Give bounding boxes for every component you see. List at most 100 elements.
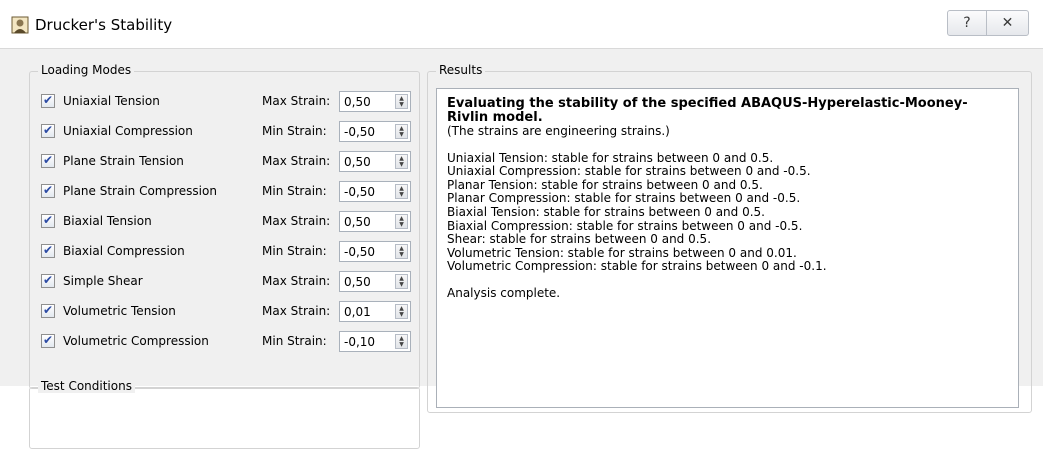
plane-strain-tension-checkbox[interactable]: ✔ — [41, 153, 55, 168]
result-line: Uniaxial Compression: stable for strains… — [447, 164, 811, 179]
spin-down-icon[interactable]: ▼ — [396, 221, 407, 228]
check-icon: ✔ — [43, 213, 54, 227]
result-line: Planar Compression: stable for strains b… — [447, 191, 801, 206]
mode-label: Volumetric Compression — [63, 334, 209, 348]
check-icon: ✔ — [43, 183, 54, 197]
strain-label: Max Strain: — [262, 304, 331, 318]
mode-label: Biaxial Tension — [63, 214, 152, 228]
spin-buttons[interactable]: ▲ ▼ — [395, 214, 408, 229]
strain-spinbox[interactable]: 0,50 ▲ ▼ — [339, 151, 411, 172]
app-icon — [11, 16, 29, 34]
strain-spinbox[interactable]: -0,10 ▲ ▼ — [339, 331, 411, 352]
check-icon: ✔ — [43, 243, 54, 257]
strain-value[interactable]: -0,50 — [344, 185, 375, 199]
strain-value[interactable]: -0,50 — [344, 125, 375, 139]
strain-value[interactable]: 0,50 — [344, 155, 371, 169]
spin-down-icon[interactable]: ▼ — [396, 341, 407, 348]
dialog-body: Loading Modes ✔ Uniaxial Tension Max Str… — [0, 48, 1043, 449]
results-heading: Evaluating the stability of the specifie… — [447, 96, 968, 125]
mode-label: Volumetric Tension — [63, 304, 176, 318]
strain-spinbox[interactable]: 0,01 ▲ ▼ — [339, 301, 411, 322]
spin-down-icon[interactable]: ▼ — [396, 281, 407, 288]
check-icon: ✔ — [43, 123, 54, 137]
strain-spinbox[interactable]: 0,50 ▲ ▼ — [339, 91, 411, 112]
check-icon: ✔ — [43, 153, 54, 167]
spin-down-icon[interactable]: ▼ — [396, 251, 407, 258]
help-button[interactable]: ? — [948, 11, 987, 35]
strain-label: Max Strain: — [262, 154, 331, 168]
result-line: Biaxial Tension: stable for strains betw… — [447, 204, 765, 219]
biaxial-tension-checkbox[interactable]: ✔ — [41, 213, 55, 228]
spin-down-icon[interactable]: ▼ — [396, 131, 407, 138]
strain-label: Min Strain: — [262, 244, 327, 258]
result-line: Biaxial Compression: stable for strains … — [447, 218, 803, 233]
results-footer: Analysis complete. — [447, 285, 561, 300]
check-icon: ✔ — [43, 93, 54, 107]
mode-row-plane-strain-tension: ✔ Plane Strain Tension Max Strain: 0,50 … — [30, 151, 419, 173]
simple-shear-checkbox[interactable]: ✔ — [41, 273, 55, 288]
plane-strain-compression-checkbox[interactable]: ✔ — [41, 183, 55, 198]
strain-spinbox[interactable]: -0,50 ▲ ▼ — [339, 121, 411, 142]
mode-row-biaxial-tension: ✔ Biaxial Tension Max Strain: 0,50 ▲ ▼ — [30, 211, 419, 233]
mode-label: Plane Strain Tension — [63, 154, 184, 168]
window-title: Drucker's Stability — [35, 16, 173, 34]
strain-label: Min Strain: — [262, 124, 327, 138]
result-line: Volumetric Tension: stable for strains b… — [447, 245, 797, 260]
check-icon: ✔ — [43, 333, 54, 347]
spin-down-icon[interactable]: ▼ — [396, 191, 407, 198]
biaxial-compression-checkbox[interactable]: ✔ — [41, 243, 55, 258]
spin-buttons[interactable]: ▲ ▼ — [395, 154, 408, 169]
strain-value[interactable]: -0,10 — [344, 335, 375, 349]
mode-label: Plane Strain Compression — [63, 184, 217, 198]
title-buttons: ? ✕ — [947, 10, 1029, 36]
spin-buttons[interactable]: ▲ ▼ — [395, 274, 408, 289]
result-line: Planar Tension: stable for strains betwe… — [447, 177, 763, 192]
spin-buttons[interactable]: ▲ ▼ — [395, 184, 408, 199]
strain-label: Max Strain: — [262, 274, 331, 288]
mode-row-uniaxial-compression: ✔ Uniaxial Compression Min Strain: -0,50… — [30, 121, 419, 143]
mode-label: Simple Shear — [63, 274, 143, 288]
loading-modes-title: Loading Modes — [38, 63, 135, 77]
volumetric-tension-checkbox[interactable]: ✔ — [41, 303, 55, 318]
volumetric-compression-checkbox[interactable]: ✔ — [41, 333, 55, 348]
mode-label: Uniaxial Compression — [63, 124, 193, 138]
result-line: Shear: stable for strains between 0 and … — [447, 232, 712, 247]
uniaxial-compression-checkbox[interactable]: ✔ — [41, 123, 55, 138]
strain-label: Min Strain: — [262, 184, 327, 198]
strain-spinbox[interactable]: -0,50 ▲ ▼ — [339, 181, 411, 202]
strain-spinbox[interactable]: -0,50 ▲ ▼ — [339, 241, 411, 262]
mode-row-simple-shear: ✔ Simple Shear Max Strain: 0,50 ▲ ▼ — [30, 271, 419, 293]
mode-label: Biaxial Compression — [63, 244, 185, 258]
strain-value[interactable]: 0,50 — [344, 275, 371, 289]
close-button[interactable]: ✕ — [987, 11, 1028, 35]
mode-row-volumetric-compression: ✔ Volumetric Compression Min Strain: -0,… — [30, 331, 419, 353]
spin-buttons[interactable]: ▲ ▼ — [395, 94, 408, 109]
strain-value[interactable]: 0,50 — [344, 95, 371, 109]
spin-down-icon[interactable]: ▼ — [396, 101, 407, 108]
mode-row-volumetric-tension: ✔ Volumetric Tension Max Strain: 0,01 ▲ ▼ — [30, 301, 419, 323]
results-textbox[interactable]: Evaluating the stability of the specifie… — [436, 88, 1019, 408]
uniaxial-tension-checkbox[interactable]: ✔ — [41, 93, 55, 108]
strain-label: Max Strain: — [262, 94, 331, 108]
mode-row-biaxial-compression: ✔ Biaxial Compression Min Strain: -0,50 … — [30, 241, 419, 263]
spin-buttons[interactable]: ▲ ▼ — [395, 124, 408, 139]
spin-buttons[interactable]: ▲ ▼ — [395, 304, 408, 319]
strain-spinbox[interactable]: 0,50 ▲ ▼ — [339, 271, 411, 292]
mode-label: Uniaxial Tension — [63, 94, 160, 108]
strain-label: Max Strain: — [262, 214, 331, 228]
strain-value[interactable]: 0,50 — [344, 215, 371, 229]
spin-buttons[interactable]: ▲ ▼ — [395, 244, 408, 259]
spin-down-icon[interactable]: ▼ — [396, 161, 407, 168]
spin-buttons[interactable]: ▲ ▼ — [395, 334, 408, 349]
spin-down-icon[interactable]: ▼ — [396, 311, 407, 318]
check-icon: ✔ — [43, 273, 54, 287]
strain-value[interactable]: -0,50 — [344, 245, 375, 259]
loading-modes-group: Loading Modes ✔ Uniaxial Tension Max Str… — [29, 63, 420, 389]
result-line: Volumetric Compression: stable for strai… — [447, 259, 827, 274]
test-conditions-title: Test Conditions — [38, 379, 135, 393]
check-icon: ✔ — [43, 303, 54, 317]
results-title: Results — [436, 63, 486, 77]
mode-row-plane-strain-compression: ✔ Plane Strain Compression Min Strain: -… — [30, 181, 419, 203]
strain-value[interactable]: 0,01 — [344, 305, 371, 319]
strain-spinbox[interactable]: 0,50 ▲ ▼ — [339, 211, 411, 232]
